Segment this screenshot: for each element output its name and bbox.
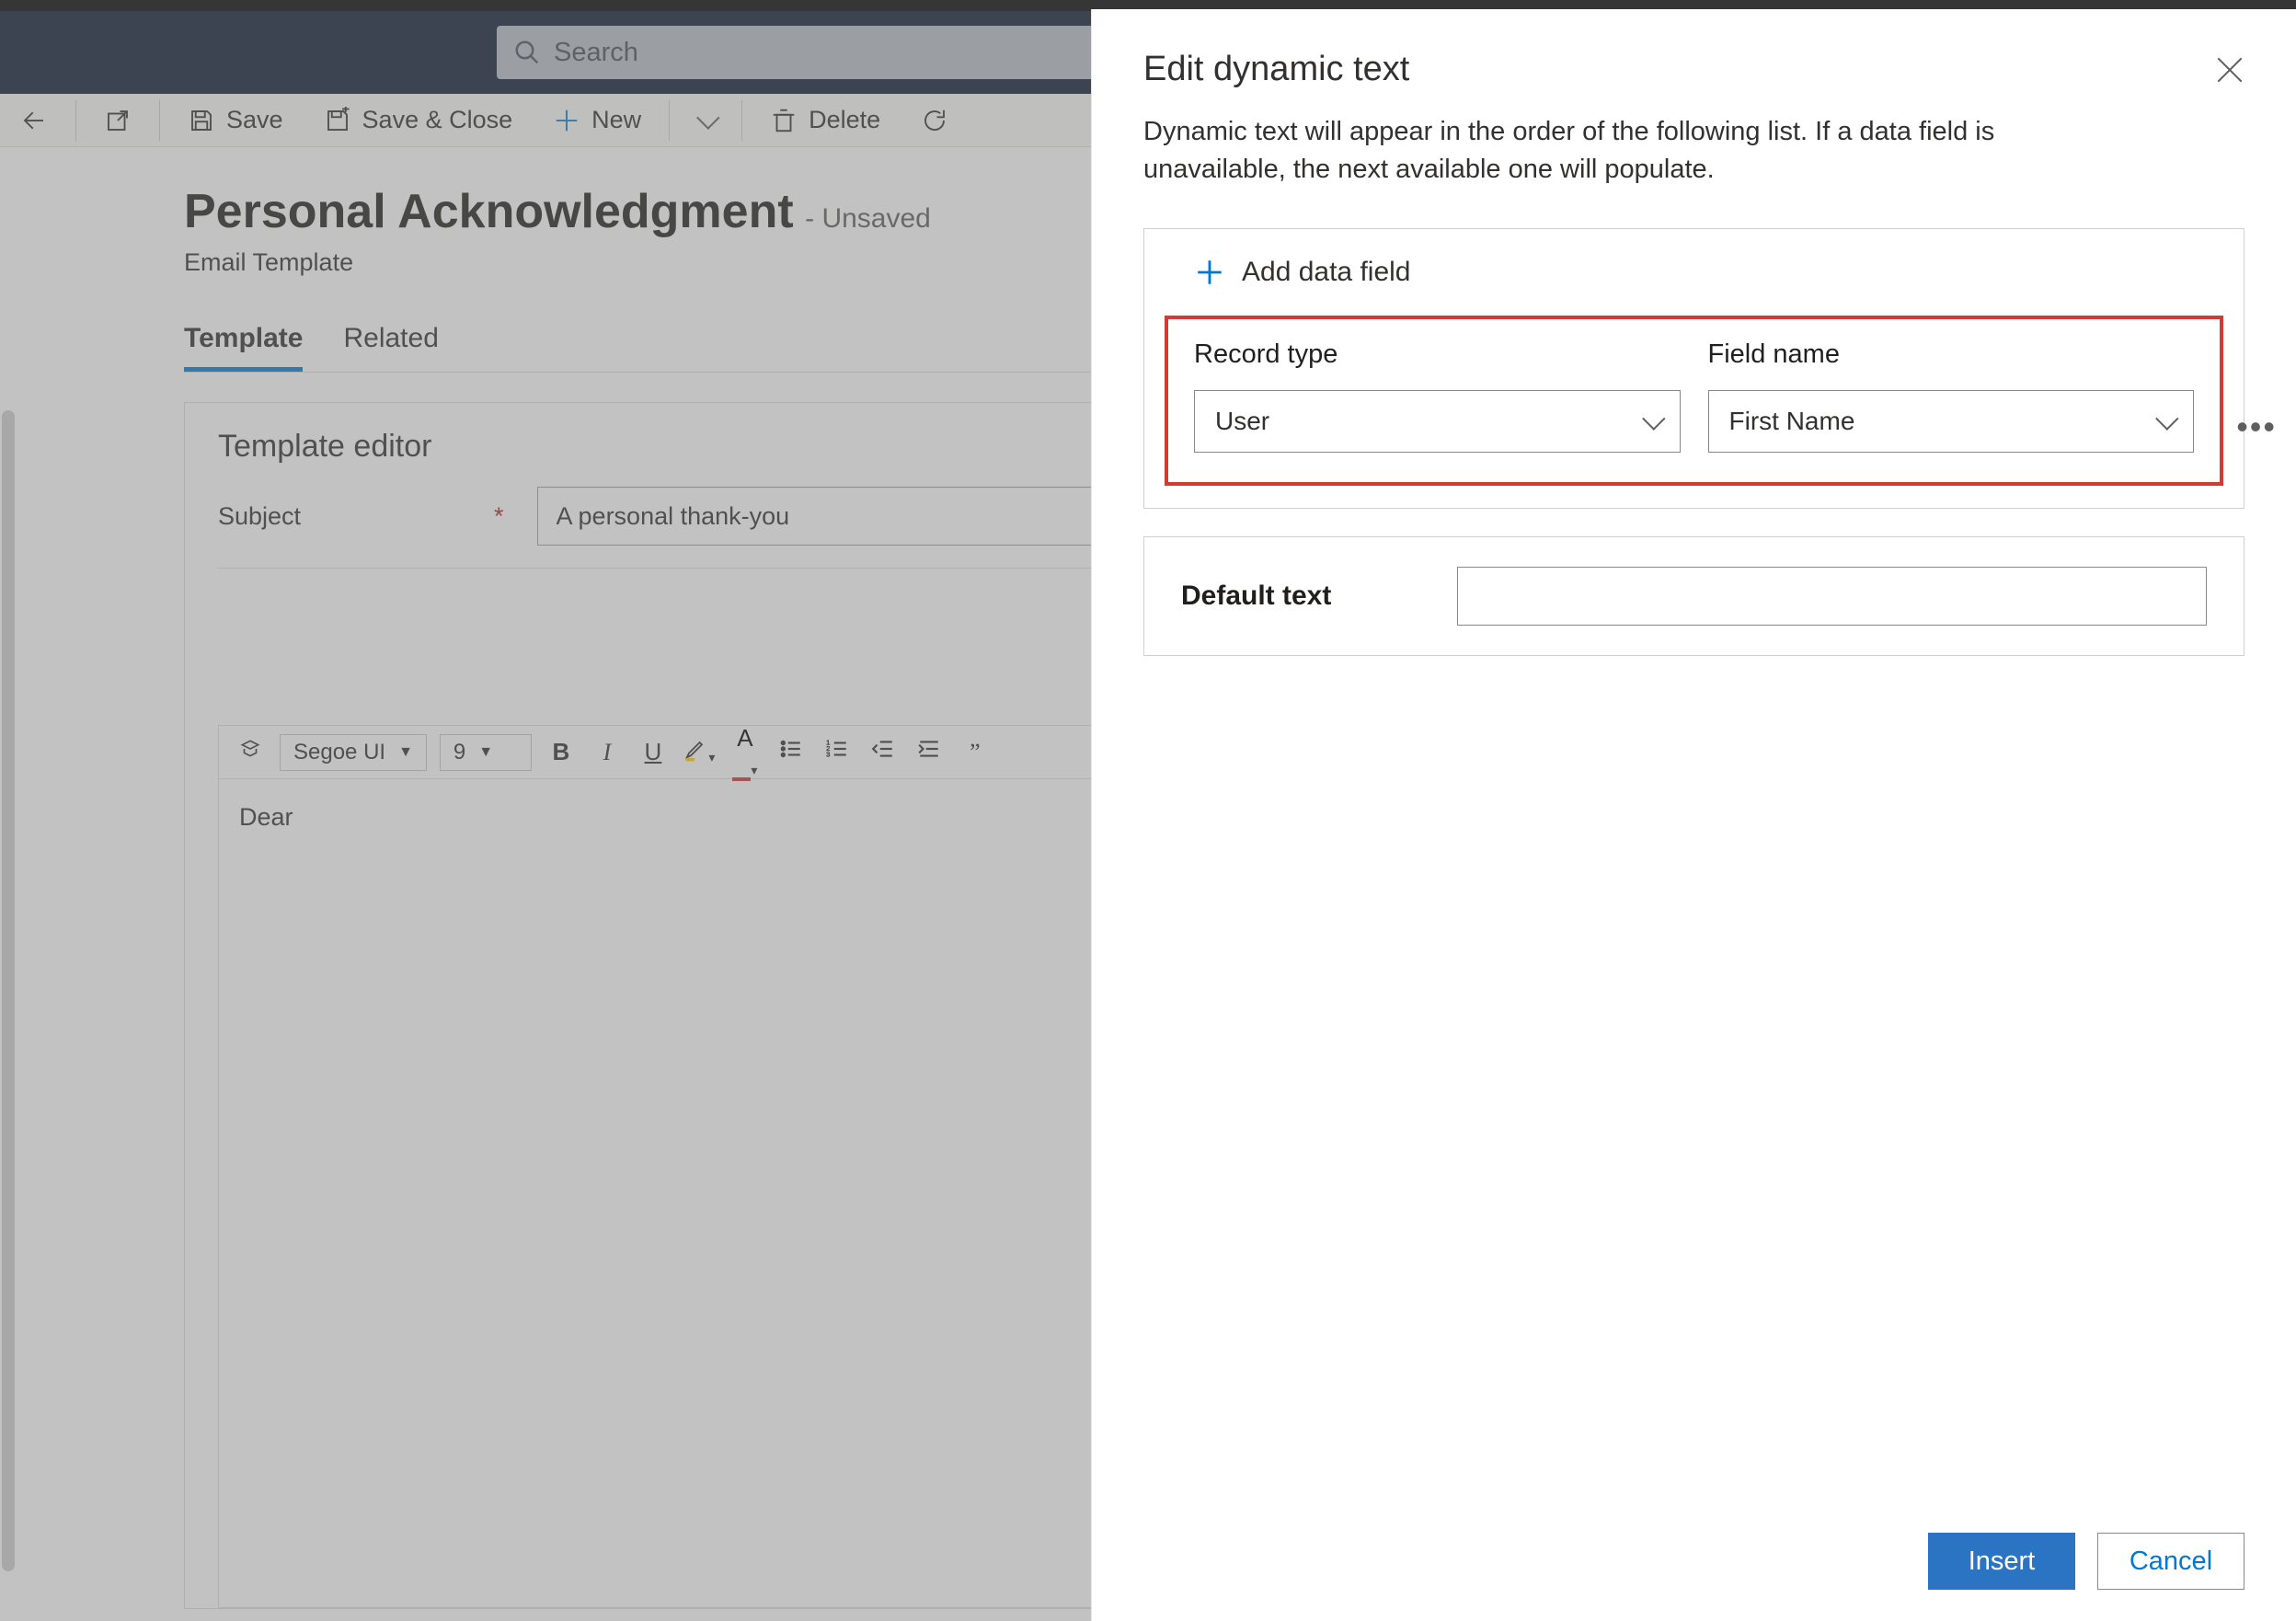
page-status: - Unsaved: [805, 203, 931, 234]
numbered-list-button[interactable]: 123: [821, 737, 854, 767]
edit-dynamic-text-panel: Edit dynamic text Dynamic text will appe…: [1091, 9, 2296, 1621]
refresh-button[interactable]: [901, 94, 969, 147]
svg-text:3: 3: [826, 751, 830, 759]
chevron-down-icon: [2155, 408, 2178, 431]
outdent-button[interactable]: [867, 737, 900, 767]
outdent-icon: [871, 737, 895, 761]
data-field-card: Add data field Record type User Field na…: [1143, 228, 2244, 509]
font-family-value: Segoe UI: [293, 740, 385, 765]
indent-icon: [917, 737, 941, 761]
record-type-value: User: [1215, 407, 1269, 436]
save-close-button[interactable]: Save & Close: [304, 94, 534, 147]
underline-button[interactable]: U: [637, 738, 670, 766]
open-new-window-button[interactable]: [84, 94, 152, 147]
editor-body-text: Dear: [239, 803, 293, 831]
highlighted-field-row: Record type User Field name First Name •…: [1165, 316, 2223, 486]
field-name-value: First Name: [1729, 407, 1855, 436]
field-name-select[interactable]: First Name: [1708, 390, 2195, 453]
add-data-field-label: Add data field: [1242, 257, 1410, 288]
new-button[interactable]: New: [533, 94, 661, 147]
cancel-label: Cancel: [2130, 1546, 2212, 1577]
refresh-icon: [921, 107, 948, 134]
popout-icon: [104, 107, 132, 134]
vertical-scrollbar[interactable]: [2, 410, 15, 1571]
trash-icon: [770, 107, 798, 134]
save-close-icon: [324, 107, 351, 134]
save-label: Save: [226, 106, 283, 134]
search-icon: [513, 39, 541, 66]
paint-icon: [238, 737, 262, 761]
chevron-down-icon: [1642, 408, 1665, 431]
indent-button[interactable]: [913, 737, 946, 767]
bullets-button[interactable]: [775, 737, 808, 767]
tab-template[interactable]: Template: [184, 323, 303, 372]
tab-related[interactable]: Related: [343, 323, 438, 372]
italic-button[interactable]: I: [591, 739, 624, 766]
save-close-label: Save & Close: [362, 106, 513, 134]
highlight-button[interactable]: ▾: [683, 736, 716, 768]
arrow-left-icon: [20, 107, 48, 134]
subject-label: Subject: [218, 502, 494, 531]
record-type-label: Record type: [1194, 339, 1681, 370]
insert-label: Insert: [1969, 1546, 2036, 1577]
font-family-select[interactable]: Segoe UI ▼: [280, 734, 427, 771]
record-type-select[interactable]: User: [1194, 390, 1681, 453]
number-list-icon: 123: [825, 737, 849, 761]
plus-icon: [553, 107, 580, 134]
plus-icon: [1194, 257, 1225, 288]
font-size-select[interactable]: 9 ▼: [440, 734, 532, 771]
chevron-down-icon: [696, 106, 719, 129]
panel-title: Edit dynamic text: [1143, 50, 1409, 89]
default-text-label: Default text: [1181, 581, 1420, 612]
panel-description: Dynamic text will appear in the order of…: [1143, 113, 2063, 188]
required-indicator: *: [494, 502, 504, 531]
insert-button[interactable]: Insert: [1928, 1533, 2075, 1590]
page-title: Personal Acknowledgment: [184, 184, 794, 239]
delete-label: Delete: [809, 106, 880, 134]
cancel-button[interactable]: Cancel: [2097, 1533, 2244, 1590]
bold-button[interactable]: B: [545, 738, 578, 766]
close-panel-button[interactable]: [2215, 55, 2244, 85]
add-data-field-button[interactable]: Add data field: [1144, 229, 2244, 316]
field-name-label: Field name: [1708, 339, 2195, 370]
quote-button[interactable]: ”: [959, 739, 992, 766]
bullet-list-icon: [779, 737, 803, 761]
row-more-button[interactable]: •••: [2236, 408, 2277, 446]
font-size-value: 9: [453, 740, 465, 765]
save-button[interactable]: Save: [167, 94, 304, 147]
default-text-input[interactable]: [1457, 567, 2207, 626]
default-text-card: Default text: [1143, 536, 2244, 656]
delete-button[interactable]: Delete: [750, 94, 901, 147]
new-label: New: [591, 106, 641, 134]
highlight-icon: [683, 736, 708, 762]
new-dropdown[interactable]: [677, 94, 734, 147]
search-placeholder: Search: [554, 38, 638, 68]
save-icon: [188, 107, 215, 134]
back-button[interactable]: [0, 94, 68, 147]
format-painter-button[interactable]: [234, 737, 267, 767]
ellipsis-icon: •••: [2236, 408, 2277, 445]
font-color-button[interactable]: A▾: [729, 724, 762, 781]
